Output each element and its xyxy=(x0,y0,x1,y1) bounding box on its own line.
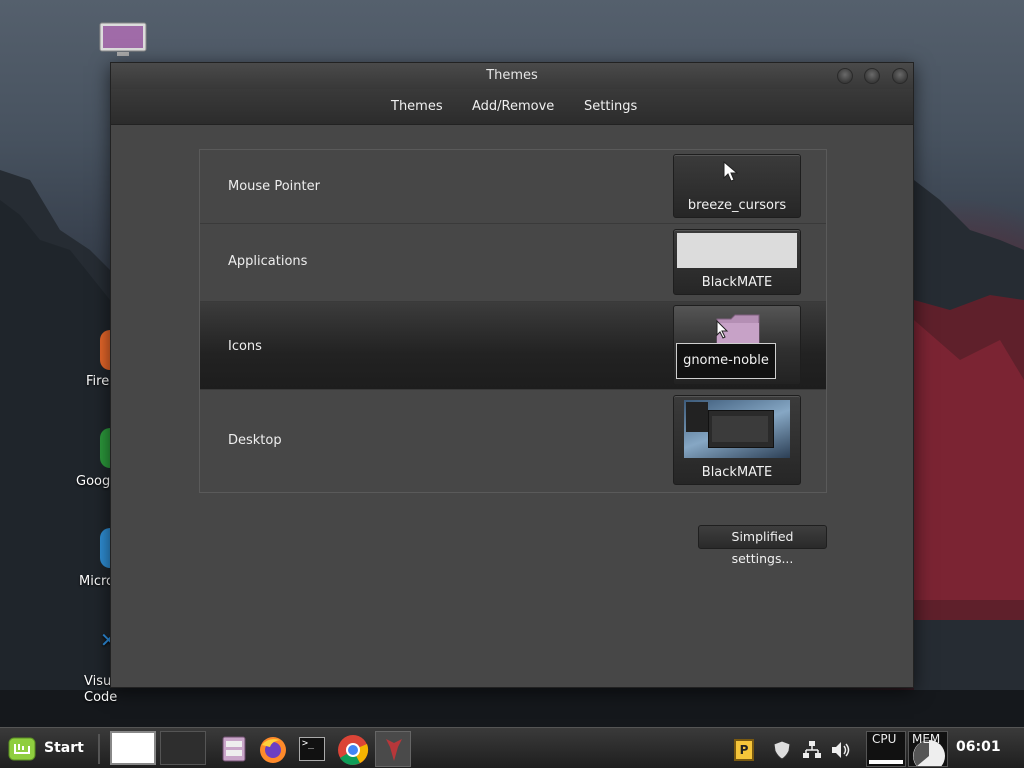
desktop-theme-button[interactable]: BlackMATE xyxy=(673,395,801,485)
tab-settings[interactable]: Settings xyxy=(584,99,637,114)
maximize-button[interactable] xyxy=(864,68,880,84)
row-mouse-pointer: Mouse Pointer breeze_cursors xyxy=(200,150,826,224)
network-icon xyxy=(803,741,821,758)
firefox-icon xyxy=(260,737,286,763)
workspace-1[interactable] xyxy=(110,731,156,765)
firefox-icon xyxy=(100,330,110,370)
minimize-button[interactable] xyxy=(837,68,853,84)
tab-themes[interactable]: Themes xyxy=(391,99,443,114)
memory-monitor[interactable]: MEM xyxy=(908,731,948,767)
computer-icon xyxy=(99,22,147,56)
taskbar-separator xyxy=(98,734,100,764)
taskbar: Start >_ P CPU MEM 06:01 xyxy=(0,727,1024,768)
applications-theme-button[interactable]: BlackMATE xyxy=(673,229,801,295)
file-manager-launcher[interactable] xyxy=(218,731,248,767)
volume-tray-icon[interactable] xyxy=(830,731,852,767)
start-label: Start xyxy=(44,740,84,756)
shield-icon xyxy=(773,740,791,760)
mouse-cursor-icon xyxy=(716,320,729,339)
cpu-label: CPU xyxy=(872,732,897,746)
cpu-usage-bar xyxy=(869,760,903,764)
window-title: Themes xyxy=(486,68,538,83)
terminal-launcher[interactable]: >_ xyxy=(298,731,328,767)
vscode-icon: ✕ xyxy=(100,628,117,652)
tab-bar: Themes Add/Remove Settings xyxy=(111,89,913,125)
desktop-preview xyxy=(684,400,790,458)
cursor-preview-icon xyxy=(723,161,739,182)
theme-name: breeze_cursors xyxy=(687,198,787,213)
chrome-icon xyxy=(338,735,369,765)
simplified-settings-button[interactable]: Simplified settings... xyxy=(698,525,827,566)
security-tray-icon[interactable] xyxy=(771,731,793,767)
speaker-icon xyxy=(832,742,850,758)
clipboard-tray-icon[interactable]: P xyxy=(733,731,755,767)
mem-label: MEM xyxy=(912,732,941,746)
network-tray-icon[interactable] xyxy=(801,731,823,767)
start-menu-button[interactable]: Start xyxy=(4,731,92,767)
mouse-pointer-theme-button[interactable]: breeze_cursors xyxy=(673,154,801,218)
chrome-icon xyxy=(100,428,110,468)
applications-preview xyxy=(677,233,797,268)
row-label: Icons xyxy=(228,339,262,354)
theme-components-panel: Mouse Pointer breeze_cursors Application… xyxy=(199,149,827,493)
close-button[interactable] xyxy=(892,68,908,84)
tie-icon xyxy=(386,739,402,761)
edge-icon xyxy=(100,528,110,568)
taskbar-clock[interactable]: 06:01 xyxy=(956,739,1001,755)
terminal-icon: >_ xyxy=(299,737,325,761)
row-applications: Applications BlackMATE xyxy=(200,224,826,302)
theme-tooltip: gnome-noble xyxy=(676,343,776,379)
mint-logo-icon xyxy=(8,737,36,761)
row-label: Mouse Pointer xyxy=(228,179,320,194)
themes-window: Themes Themes Add/Remove Settings Mouse … xyxy=(110,62,914,688)
row-label: Applications xyxy=(228,254,308,269)
chrome-launcher[interactable] xyxy=(335,731,371,767)
theme-name: BlackMATE xyxy=(701,275,773,290)
cpu-monitor[interactable]: CPU xyxy=(866,731,906,767)
themes-window-task[interactable] xyxy=(375,731,411,767)
row-desktop: Desktop BlackMATE xyxy=(200,390,826,492)
firefox-launcher[interactable] xyxy=(256,731,290,767)
workspace-2[interactable] xyxy=(160,731,206,765)
row-label: Desktop xyxy=(228,433,282,448)
file-cabinet-icon xyxy=(222,736,246,762)
tab-add-remove[interactable]: Add/Remove xyxy=(472,99,554,114)
window-titlebar[interactable]: Themes xyxy=(111,63,913,89)
paste-icon: P xyxy=(734,739,754,761)
theme-name: BlackMATE xyxy=(701,465,773,480)
